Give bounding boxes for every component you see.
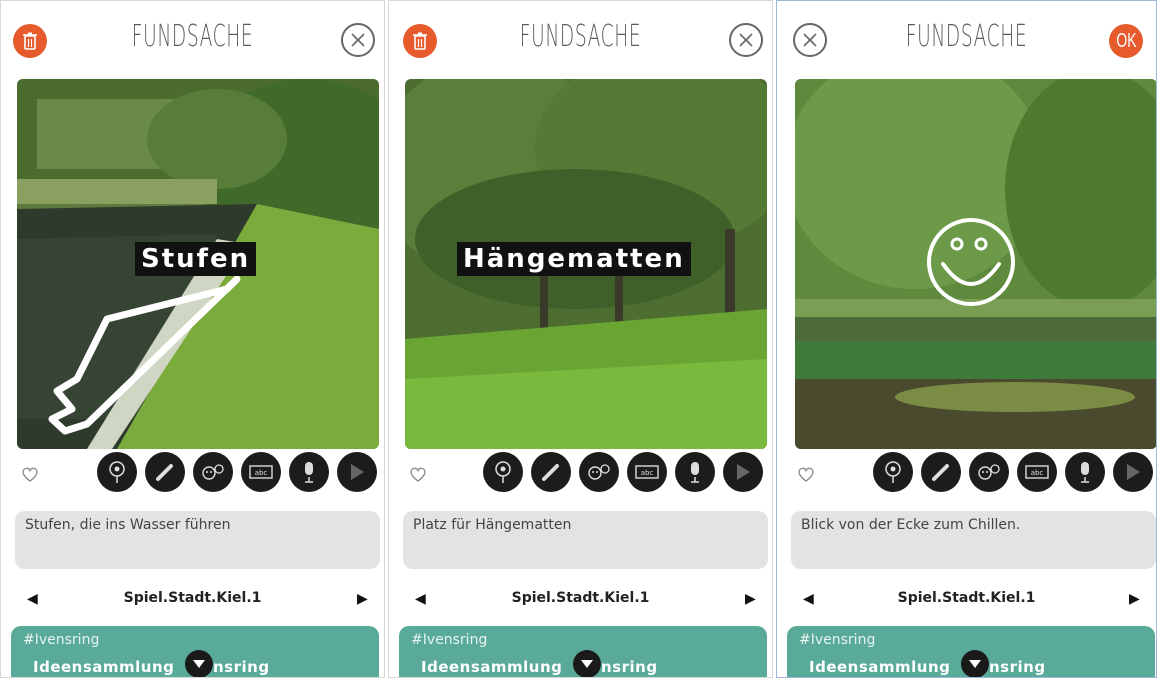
svg-text:abc: abc (641, 469, 654, 477)
svg-text:abc: abc (1031, 469, 1044, 477)
pencil-icon[interactable] (921, 452, 961, 492)
trash-icon[interactable] (13, 24, 47, 58)
next-project-button[interactable]: ▶ (745, 591, 756, 607)
screen-1: FUNDSACHE Stufen abc Stufen, die ins Was… (0, 0, 385, 678)
hashtag: #Ivensring (799, 632, 876, 648)
page-title: FUNDSACHE (519, 19, 642, 54)
close-icon[interactable] (341, 23, 375, 57)
pencil-icon[interactable] (145, 452, 185, 492)
text-box-icon[interactable]: abc (1017, 452, 1057, 492)
collection-name: Ideensammlung (421, 658, 563, 676)
photo-label: Stufen (135, 242, 257, 276)
text-box-icon[interactable]: abc (627, 452, 667, 492)
hashtag: #Ivensring (411, 632, 488, 648)
project-name: Spiel.Stadt.Kiel.1 (123, 590, 262, 606)
top-bar: FUNDSACHE (1, 1, 384, 79)
svg-text:abc: abc (255, 469, 268, 477)
collection-name-suffix: nsring (989, 658, 1046, 676)
close-icon[interactable] (729, 23, 763, 57)
collection-name: Ideensammlung (33, 658, 175, 676)
close-icon[interactable] (793, 23, 827, 57)
next-project-button[interactable]: ▶ (357, 591, 368, 607)
description-field[interactable]: Platz für Hängematten (403, 511, 768, 569)
heart-icon[interactable] (797, 465, 815, 483)
location-pin-icon[interactable] (873, 452, 913, 492)
screen-3: FUNDSACHE OK abc Blick von der Ecke zum … (776, 0, 1157, 678)
description-field[interactable]: Blick von der Ecke zum Chillen. (791, 511, 1156, 569)
collection-card[interactable]: #Ivensring Ideensammlung nsring (11, 626, 379, 677)
project-pager: ◀ Spiel.Stadt.Kiel.1 ▶ (1, 585, 384, 613)
collection-card[interactable]: #Ivensring Ideensammlung nsring (787, 626, 1155, 677)
collection-name: Ideensammlung (809, 658, 951, 676)
ok-button[interactable]: OK (1109, 24, 1143, 58)
collection-name-suffix: nsring (601, 658, 658, 676)
chevron-down-icon[interactable] (573, 650, 601, 677)
emoji-sticker-icon[interactable] (969, 452, 1009, 492)
project-name: Spiel.Stadt.Kiel.1 (897, 590, 1036, 606)
hashtag: #Ivensring (23, 632, 100, 648)
screen-2: FUNDSACHE Hängematten abc Platz für Häng… (388, 0, 773, 678)
page-title: FUNDSACHE (131, 19, 254, 54)
photo: Stufen (17, 79, 379, 449)
page-title: FUNDSACHE (905, 19, 1028, 54)
play-icon[interactable] (723, 452, 763, 492)
collection-name-suffix: nsring (213, 658, 270, 676)
play-icon[interactable] (337, 452, 377, 492)
pencil-icon[interactable] (531, 452, 571, 492)
chevron-down-icon[interactable] (185, 650, 213, 677)
project-pager: ◀ Spiel.Stadt.Kiel.1 ▶ (777, 585, 1156, 613)
heart-icon[interactable] (21, 465, 39, 483)
photo (795, 79, 1156, 449)
microphone-icon[interactable] (289, 452, 329, 492)
emoji-sticker-icon[interactable] (193, 452, 233, 492)
next-project-button[interactable]: ▶ (1129, 591, 1140, 607)
top-bar: FUNDSACHE OK (777, 1, 1156, 79)
location-pin-icon[interactable] (97, 452, 137, 492)
heart-icon[interactable] (409, 465, 427, 483)
photo: Hängematten (405, 79, 767, 449)
photo-label: Hängematten (457, 242, 691, 276)
description-field[interactable]: Stufen, die ins Wasser führen (15, 511, 380, 569)
ok-label: OK (1115, 29, 1137, 52)
location-pin-icon[interactable] (483, 452, 523, 492)
text-box-icon[interactable]: abc (241, 452, 281, 492)
project-pager: ◀ Spiel.Stadt.Kiel.1 ▶ (389, 585, 772, 613)
microphone-icon[interactable] (675, 452, 715, 492)
emoji-sticker-icon[interactable] (579, 452, 619, 492)
trash-icon[interactable] (403, 24, 437, 58)
chevron-down-icon[interactable] (961, 650, 989, 677)
top-bar: FUNDSACHE (389, 1, 772, 79)
project-name: Spiel.Stadt.Kiel.1 (511, 590, 650, 606)
microphone-icon[interactable] (1065, 452, 1105, 492)
play-icon[interactable] (1113, 452, 1153, 492)
collection-card[interactable]: #Ivensring Ideensammlung nsring (399, 626, 767, 677)
